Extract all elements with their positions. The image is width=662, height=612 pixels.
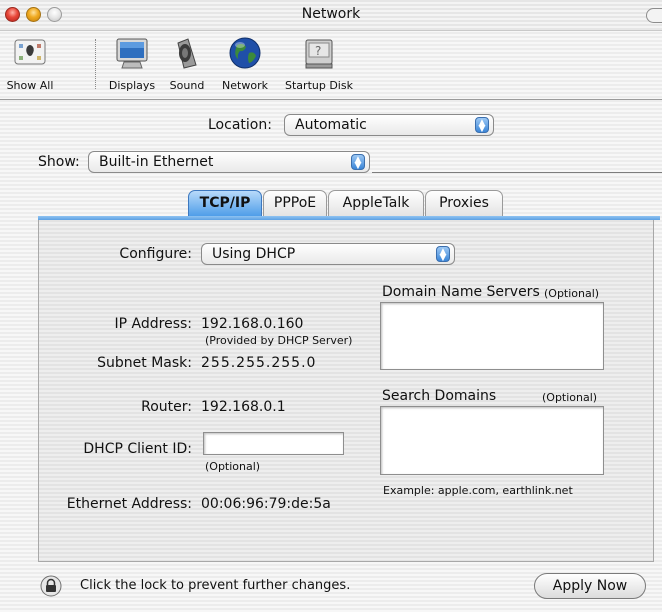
display-icon	[116, 38, 148, 69]
toolbar-network[interactable]: Network	[214, 31, 276, 99]
location-popup[interactable]: Automatic ▲ ▼	[284, 114, 494, 136]
configure-popup[interactable]: Using DHCP ▲ ▼	[201, 243, 455, 265]
lock-message: Click the lock to prevent further change…	[80, 578, 351, 593]
location-label: Location:	[208, 117, 272, 133]
configure-value: Using DHCP	[212, 246, 296, 262]
subnet-mask-label: Subnet Mask:	[97, 355, 192, 371]
speaker-icon	[177, 38, 197, 69]
router-value: 192.168.0.1	[201, 399, 286, 415]
lock-icon[interactable]	[40, 575, 62, 597]
ethernet-address-value: 00:06:96:79:de:5a	[201, 496, 331, 512]
toolbar-label: Startup Disk	[285, 79, 353, 92]
svg-text:?: ?	[315, 44, 321, 58]
toolbar-sound[interactable]: Sound	[163, 31, 211, 99]
search-domains-optional: (Optional)	[542, 391, 598, 404]
ethernet-address-label: Ethernet Address:	[66, 496, 192, 512]
ip-address-value: 192.168.0.160	[201, 316, 304, 332]
tab-pppoe[interactable]: PPPoE	[263, 190, 327, 217]
popup-arrows-icon: ▲ ▼	[351, 154, 365, 171]
toolbar-show-all[interactable]: Show All	[0, 31, 60, 99]
toolbar-startup-disk[interactable]: ? Startup Disk	[280, 31, 358, 99]
toolbar-label: Network	[222, 79, 268, 92]
dns-label: Domain Name Servers	[382, 284, 540, 300]
search-domains-example: Example: apple.com, earthlink.net	[383, 484, 573, 497]
search-domains-label: Search Domains	[382, 388, 497, 404]
ip-address-label: IP Address:	[114, 316, 193, 332]
divider-line	[372, 172, 662, 173]
dhcp-client-id-input[interactable]	[203, 432, 344, 455]
apply-now-button[interactable]: Apply Now	[534, 573, 646, 599]
dhcp-client-id-label: DHCP Client ID:	[83, 441, 192, 457]
dns-optional: (Optional)	[544, 287, 600, 300]
toolbar-label: Sound	[169, 79, 205, 92]
toolbar-divider	[95, 39, 96, 89]
tab-appletalk[interactable]: AppleTalk	[328, 190, 424, 217]
window-title: Network	[301, 6, 361, 22]
ip-address-note: (Provided by DHCP Server)	[205, 334, 353, 347]
dns-textarea[interactable]	[380, 302, 604, 370]
toolbar-displays[interactable]: Displays	[104, 31, 160, 99]
show-all-icon	[14, 39, 46, 65]
toolbar-label: Displays	[108, 79, 156, 92]
toolbar-toggle-button[interactable]	[646, 8, 662, 23]
show-value: Built-in Ethernet	[99, 154, 214, 170]
subnet-mask-value: 255.255.255.0	[201, 355, 317, 371]
popup-arrows-icon: ▲ ▼	[475, 117, 489, 134]
tab-tcpip[interactable]: TCP/IP	[188, 190, 262, 217]
search-domains-textarea[interactable]	[380, 406, 604, 475]
router-label: Router:	[141, 399, 192, 415]
location-value: Automatic	[295, 117, 367, 133]
globe-icon	[229, 37, 261, 69]
toolbar-label: Show All	[6, 79, 54, 92]
tab-proxies[interactable]: Proxies	[425, 190, 503, 217]
configure-label: Configure:	[119, 246, 192, 262]
disk-icon: ?	[305, 39, 333, 69]
dhcp-client-id-note: (Optional)	[205, 460, 261, 473]
show-popup[interactable]: Built-in Ethernet ▲ ▼	[88, 151, 370, 173]
show-label: Show:	[38, 154, 80, 170]
popup-arrows-icon: ▲ ▼	[436, 246, 450, 263]
title-bar: Network	[0, 0, 662, 31]
toolbar: Show All Displays Sound Network ? Startu…	[0, 31, 662, 100]
